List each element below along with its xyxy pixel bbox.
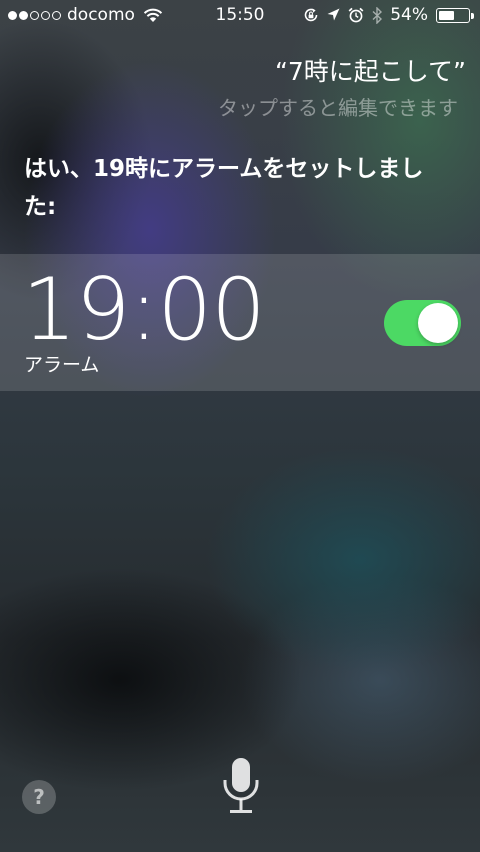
alarm-label: アラーム xyxy=(24,354,100,376)
tap-to-edit-hint[interactable]: タップすると編集できます xyxy=(218,92,458,121)
alarm-toggle[interactable] xyxy=(384,300,461,346)
battery-level xyxy=(439,10,454,20)
siri-query[interactable]: “7時に起こして” xyxy=(275,52,466,88)
microphone-button[interactable] xyxy=(215,756,267,818)
status-bar: docomo 15:50 54% xyxy=(0,0,480,32)
status-right: 54% xyxy=(303,5,474,25)
battery-tip xyxy=(471,12,474,19)
alarm-icon xyxy=(348,7,364,23)
blurred-background xyxy=(0,0,480,852)
alarm-time: 19:00 xyxy=(22,260,266,360)
help-icon: ? xyxy=(33,785,45,809)
siri-response: はい、19時にアラームをセットしました: xyxy=(24,156,424,220)
rotation-lock-icon xyxy=(303,7,319,23)
location-icon xyxy=(327,8,340,22)
microphone-icon xyxy=(215,756,267,818)
alarm-card[interactable]: 19:00 アラーム xyxy=(0,254,480,391)
battery-percent: 54% xyxy=(390,5,428,25)
toggle-knob xyxy=(418,303,458,343)
help-button[interactable]: ? xyxy=(22,780,56,814)
bluetooth-icon xyxy=(372,6,383,24)
battery-icon xyxy=(436,7,474,23)
